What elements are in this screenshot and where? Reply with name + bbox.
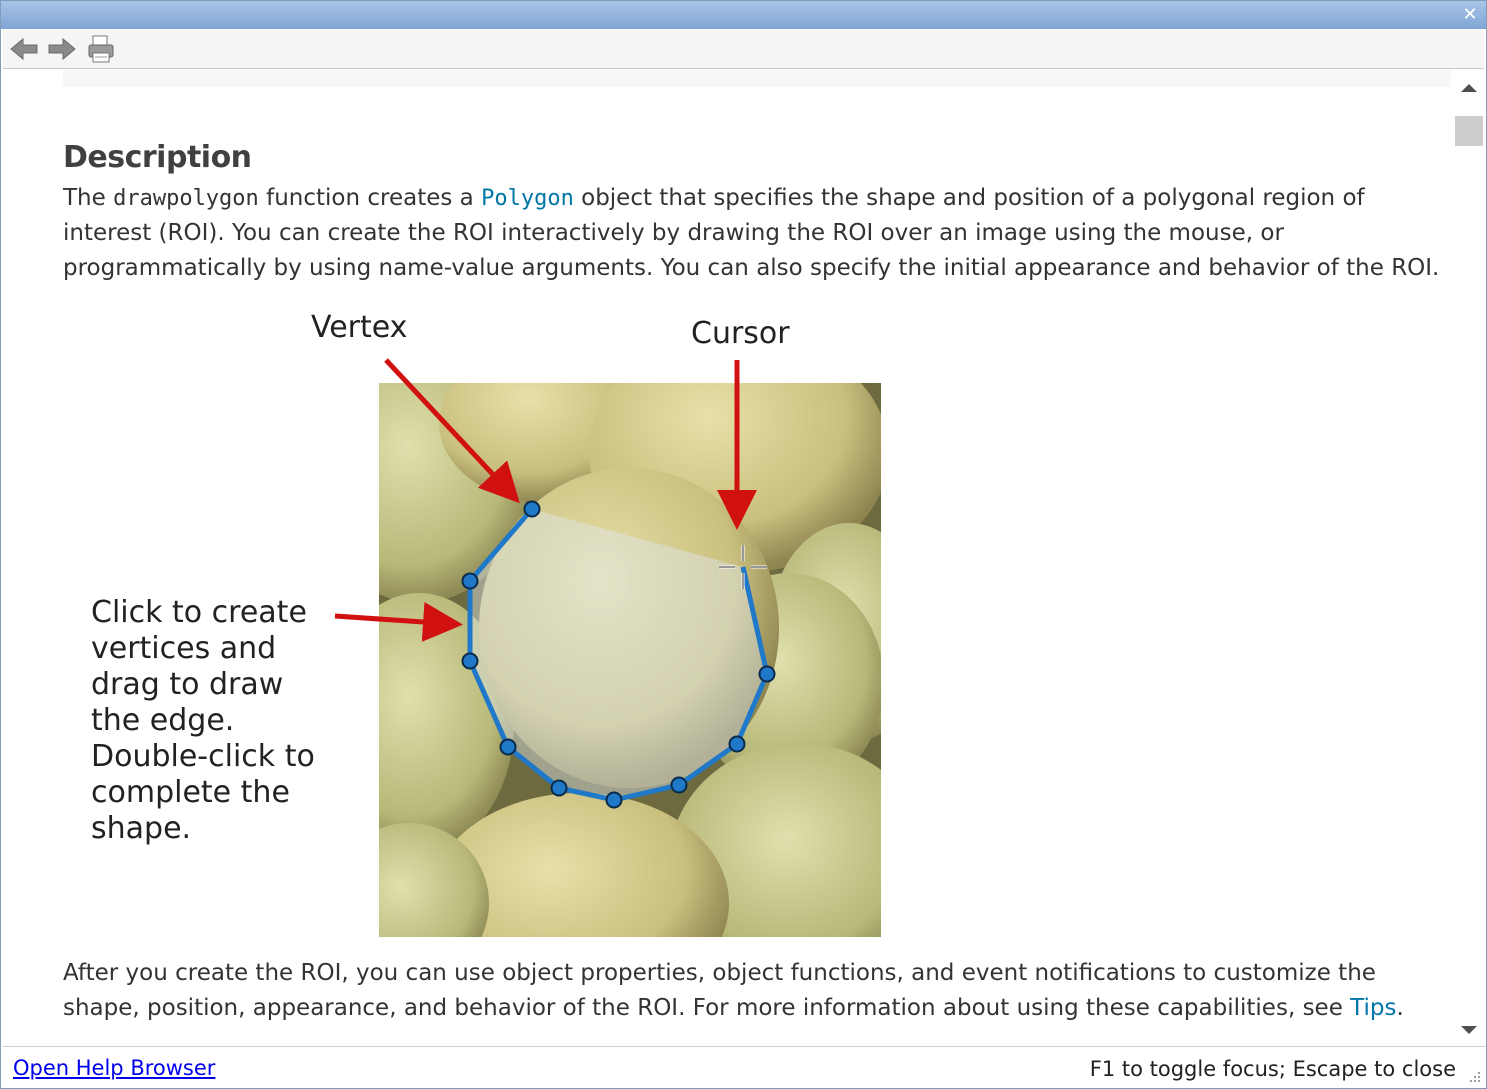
- keyboard-hint: F1 to toggle focus; Escape to close: [1089, 1057, 1456, 1081]
- click-instruction-label: Click to create vertices and drag to dra…: [91, 595, 371, 847]
- click-line: drag to draw: [91, 667, 284, 702]
- click-line: vertices and: [91, 631, 277, 666]
- roi-figure: Vertex Cursor Click to create vertices a…: [63, 310, 923, 940]
- printer-icon[interactable]: [85, 33, 117, 65]
- vertex-label: Vertex: [311, 310, 408, 345]
- para2-text-1: After you create the ROI, you can use ob…: [63, 960, 1376, 1021]
- tips-link[interactable]: Tips: [1350, 995, 1396, 1021]
- close-icon[interactable]: ✕: [1460, 5, 1480, 25]
- para2-text-2: .: [1396, 995, 1404, 1021]
- status-bar: Open Help Browser F1 to toggle focus; Es…: [3, 1046, 1486, 1088]
- help-popup-window: ✕ Description The drawpolygon function c…: [0, 0, 1487, 1089]
- click-line: Double-click to: [91, 739, 315, 774]
- usage-paragraph: After you create the ROI, you can use ob…: [63, 956, 1451, 1026]
- scroll-up-icon[interactable]: [1452, 78, 1486, 100]
- resize-grip-icon[interactable]: [1466, 1068, 1482, 1084]
- top-band: [63, 70, 1451, 87]
- open-help-browser-link[interactable]: Open Help Browser: [13, 1056, 215, 1080]
- scroll-down-icon[interactable]: [1452, 1018, 1486, 1040]
- forward-arrow-icon[interactable]: [45, 33, 77, 65]
- help-content: Description The drawpolygon function cre…: [3, 70, 1451, 1046]
- description-paragraph: The drawpolygon function creates a Polyg…: [63, 181, 1451, 286]
- click-line: Click to create: [91, 595, 307, 630]
- section-heading: Description: [63, 140, 252, 175]
- click-line: shape.: [91, 811, 192, 846]
- scroll-thumb[interactable]: [1455, 116, 1483, 146]
- back-arrow-icon[interactable]: [9, 33, 41, 65]
- toolbar: [3, 29, 1484, 69]
- cursor-label: Cursor: [691, 316, 790, 351]
- para1-text-1: The: [63, 185, 114, 211]
- para1-text-2: function creates a: [258, 185, 482, 211]
- title-bar: ✕: [1, 1, 1486, 29]
- click-line: the edge.: [91, 703, 235, 738]
- function-name-code: drawpolygon: [113, 186, 259, 211]
- click-line: complete the: [91, 775, 290, 810]
- vertical-scrollbar[interactable]: [1452, 70, 1486, 1046]
- polygon-link[interactable]: Polygon: [481, 186, 574, 211]
